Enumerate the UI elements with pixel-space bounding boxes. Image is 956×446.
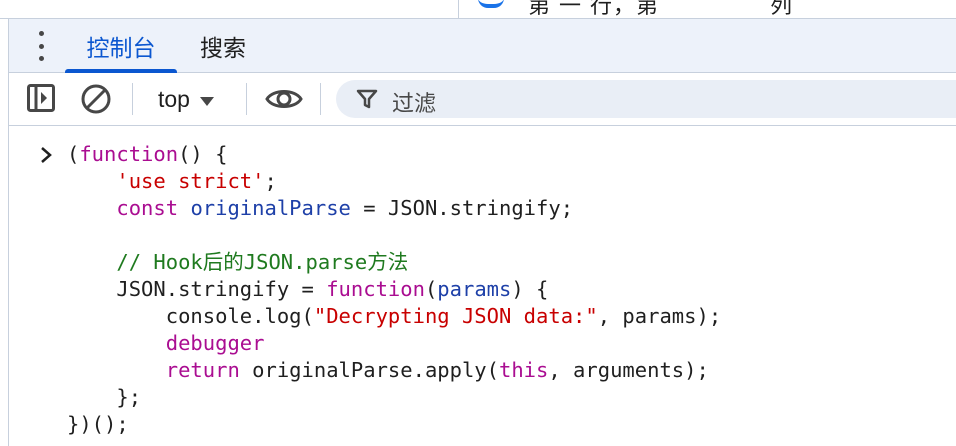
tab-console[interactable]: 控制台 [65,19,177,73]
toolbar-separator [132,83,133,115]
clear-console-icon[interactable] [80,83,112,115]
more-vert-icon[interactable] [31,31,51,61]
dropdown-caret-icon [199,96,214,106]
braces-icon [478,0,504,8]
filter-input[interactable]: 过滤 [336,80,956,118]
context-selector[interactable]: top [158,73,214,125]
filter-placeholder: 过滤 [392,92,437,117]
console-toolbar: top 过滤 [9,73,956,126]
cursor-position-column-text: 列 [770,0,793,19]
console-output[interactable]: (function() { 'use strict'; const origin… [9,126,956,446]
toolbar-separator [246,83,247,115]
sidebar-toggle-icon[interactable] [26,83,56,113]
panel-divider [458,0,459,18]
code-block: (function() { 'use strict'; const origin… [67,142,722,436]
tab-search[interactable]: 搜索 [185,19,261,72]
cursor-position-text: 第 一 行，第 [528,0,659,19]
context-value: top [158,85,190,112]
filter-icon [356,89,378,109]
toolbar-separator [320,83,321,115]
top-panel-strip: 第 一 行，第 列 [0,0,956,19]
eye-icon[interactable] [265,85,303,113]
drawer-tab-bar: 控制台 搜索 [9,19,956,73]
prompt-chevron-icon [41,147,52,163]
